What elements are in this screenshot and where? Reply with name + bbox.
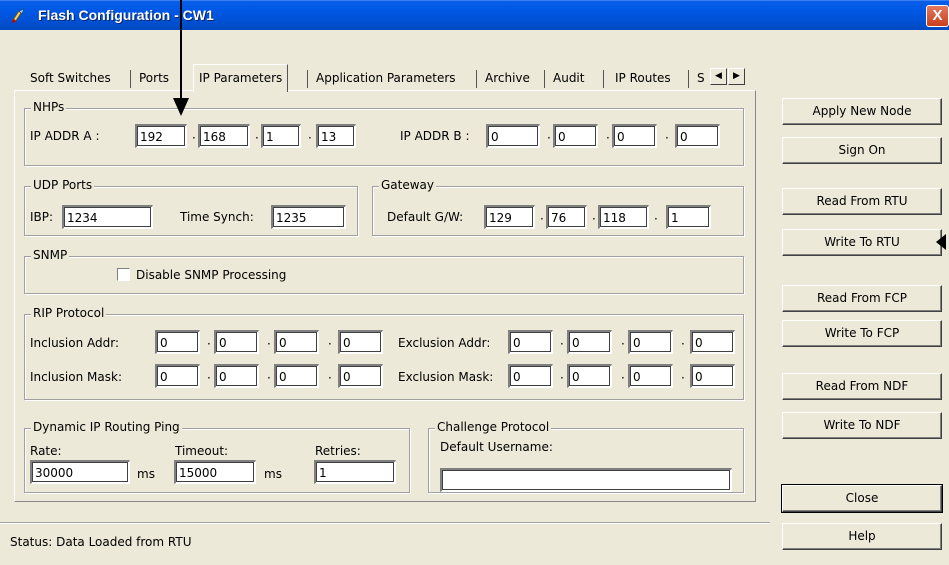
annotation-arrowhead-icon (936, 234, 946, 250)
tab-ip-parameters[interactable]: IP Parameters (193, 64, 289, 92)
annotation-overlay (173, 0, 946, 250)
annotation-arrowhead-icon (173, 98, 189, 116)
